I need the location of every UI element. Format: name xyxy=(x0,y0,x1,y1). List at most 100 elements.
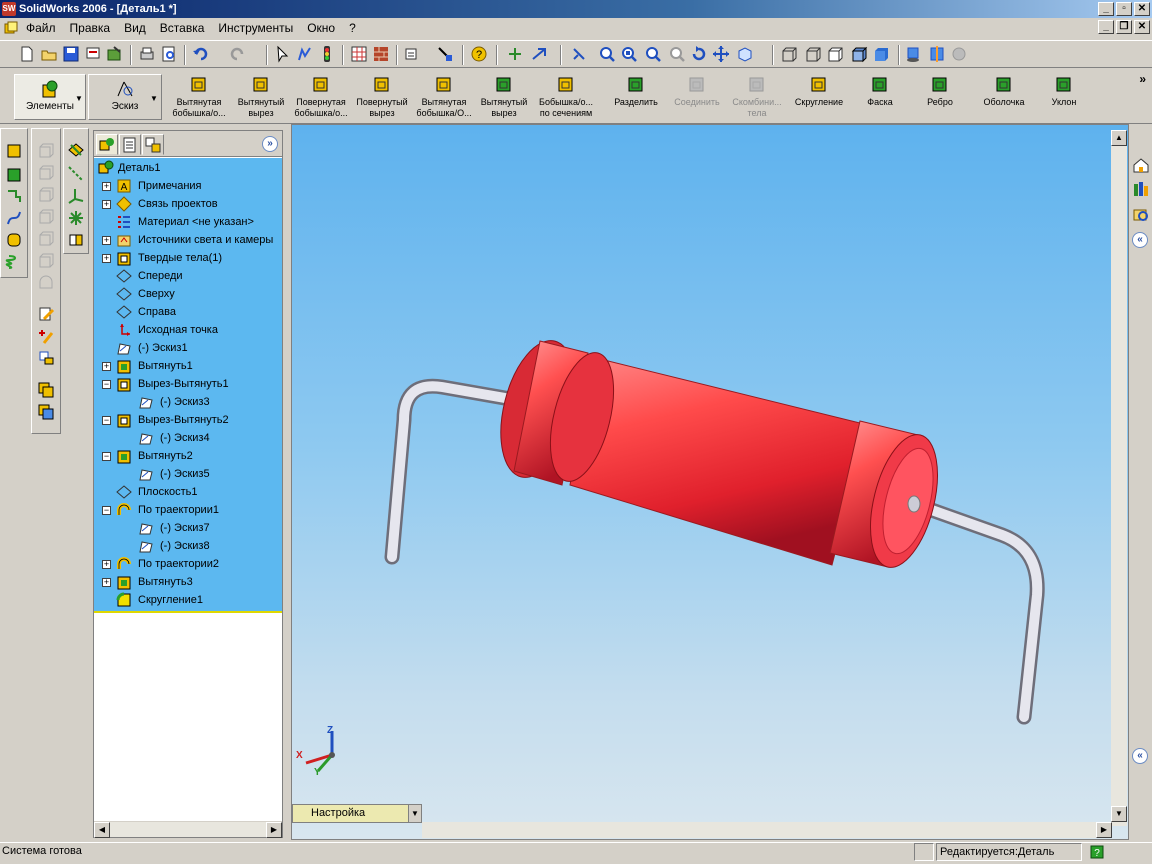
appearance-icon[interactable] xyxy=(372,45,390,63)
cut-extrude-small-icon[interactable] xyxy=(5,165,23,183)
coordinate-system-icon[interactable] xyxy=(67,187,85,205)
tree-item[interactable]: (-) Эскиз4 xyxy=(94,429,282,447)
select-arrow-icon[interactable] xyxy=(274,45,292,63)
preview-icon[interactable] xyxy=(160,45,178,63)
expand-icon[interactable]: + xyxy=(102,254,111,263)
shadows-icon[interactable] xyxy=(904,45,922,63)
maximize-button[interactable]: ▫ xyxy=(1116,2,1132,16)
scroll-up-icon[interactable]: ▲ xyxy=(1111,130,1127,146)
view-orientation-icon[interactable] xyxy=(736,45,754,63)
add-relation-icon[interactable] xyxy=(37,327,55,345)
viewport-vertical-scrollbar[interactable]: ▲ ▼ xyxy=(1111,130,1127,826)
cmd-button-shell[interactable]: Оболочка xyxy=(974,72,1034,122)
minimize-button[interactable]: _ xyxy=(1098,2,1114,16)
help-pointer-icon[interactable] xyxy=(436,45,454,63)
design-library-icon[interactable] xyxy=(1132,180,1150,198)
cmd-button-extruded-cut[interactable]: Вытянутый вырез xyxy=(232,72,290,122)
more-commands-icon[interactable]: » xyxy=(1139,72,1146,86)
move-icon[interactable] xyxy=(530,45,548,63)
open-icon[interactable] xyxy=(40,45,58,63)
extrude-boss-small-icon[interactable] xyxy=(5,141,23,159)
tree-item[interactable]: (-) Эскиз7 xyxy=(94,519,282,537)
menu-item-4[interactable]: Инструменты xyxy=(218,21,293,35)
cmd-button-chamfer[interactable]: Фаска xyxy=(852,72,908,122)
zoom-area-icon[interactable] xyxy=(620,45,638,63)
collapse-icon[interactable]: − xyxy=(102,452,111,461)
hidden-lines-removed-icon[interactable] xyxy=(826,45,844,63)
expand-icon[interactable]: + xyxy=(102,362,111,371)
point-icon[interactable] xyxy=(67,209,85,227)
menu-item-0[interactable]: Файл xyxy=(26,21,56,35)
expand-icon[interactable]: + xyxy=(102,182,111,191)
options-icon[interactable] xyxy=(404,45,422,63)
file-explorer-icon[interactable] xyxy=(1132,206,1150,224)
tree-item[interactable]: (-) Эскиз8 xyxy=(94,537,282,555)
tree-item[interactable]: (-) Эскиз5 xyxy=(94,465,282,483)
cmd-button-rib[interactable]: Ребро xyxy=(912,72,968,122)
viewport-horizontal-scrollbar[interactable]: ▶ xyxy=(422,822,1112,838)
configuration-dropdown[interactable]: Настройка ▼ xyxy=(292,804,422,823)
tree-item[interactable]: (-) Эскиз3 xyxy=(94,393,282,411)
loft-small-icon[interactable] xyxy=(5,231,23,249)
close-button[interactable]: ✕ xyxy=(1134,2,1150,16)
home-icon[interactable] xyxy=(1132,156,1150,174)
tree-item[interactable]: Скругление1 xyxy=(94,591,282,609)
tree-item[interactable]: + Источники света и камеры xyxy=(94,231,282,249)
cmd-button-split[interactable]: Разделить xyxy=(606,72,666,122)
rotate-view-icon[interactable] xyxy=(690,45,708,63)
cmd-button-extruded-boss[interactable]: Вытянутая бобышка/о... xyxy=(168,72,230,122)
collapse-icon[interactable]: − xyxy=(102,416,111,425)
cmd-button-swept-boss[interactable]: Вытянутая бобышка/О... xyxy=(414,72,474,122)
tree-item[interactable]: − Вырез-Вытянуть2 xyxy=(94,411,282,429)
sketch-line-small-icon[interactable] xyxy=(5,187,23,205)
graphics-area[interactable]: Z X Y xyxy=(291,124,1129,840)
pan-icon[interactable] xyxy=(712,45,730,63)
tree-item[interactable]: + Вытянуть3 xyxy=(94,573,282,591)
menu-item-6[interactable]: ? xyxy=(349,21,356,35)
tree-item[interactable]: Справа xyxy=(94,303,282,321)
features-dropdown-arrow-icon[interactable]: ▼ xyxy=(75,94,83,103)
scroll-down-icon[interactable]: ▼ xyxy=(1111,806,1127,822)
tree-item[interactable]: Сверху xyxy=(94,285,282,303)
mate-reference-icon[interactable] xyxy=(67,231,85,249)
scroll-left-icon[interactable]: ◀ xyxy=(94,822,110,838)
zoom-fit-icon[interactable] xyxy=(598,45,616,63)
move-entity-icon[interactable] xyxy=(37,349,55,367)
doc-restore-button[interactable]: ❐ xyxy=(1116,20,1132,34)
cmd-button-revolved-cut[interactable]: Повернутый вырез xyxy=(352,72,412,122)
help-icon[interactable]: ? xyxy=(470,45,488,63)
edit-sketch-icon[interactable] xyxy=(37,305,55,323)
document-part-icon[interactable] xyxy=(4,21,18,35)
print-icon[interactable] xyxy=(138,45,156,63)
axis-icon[interactable] xyxy=(67,165,85,183)
viewport-scroll-right-icon[interactable]: ▶ xyxy=(1096,822,1112,838)
tree-item[interactable]: Плоскость1 xyxy=(94,483,282,501)
tree-item[interactable]: + Вытянуть1 xyxy=(94,357,282,375)
expand-icon[interactable]: + xyxy=(102,200,111,209)
new-icon[interactable] xyxy=(18,45,36,63)
tree-item[interactable]: − Вырез-Вытянуть1 xyxy=(94,375,282,393)
rebuild-icon[interactable] xyxy=(106,45,124,63)
doc-minimize-button[interactable]: _ xyxy=(1098,20,1114,34)
save-icon[interactable] xyxy=(62,45,80,63)
tree-item[interactable]: − Вытянуть2 xyxy=(94,447,282,465)
tab-configuration-manager[interactable] xyxy=(142,134,164,155)
help-status-icon[interactable]: ? xyxy=(1090,845,1104,859)
dropdown-arrow-icon[interactable]: ▼ xyxy=(408,805,421,822)
tab-property-manager[interactable] xyxy=(119,134,141,155)
undo-icon[interactable] xyxy=(192,45,210,63)
curve-small-icon[interactable] xyxy=(5,209,23,227)
instant3d-icon[interactable] xyxy=(506,45,524,63)
menu-item-3[interactable]: Вставка xyxy=(160,21,205,35)
resistor-model[interactable] xyxy=(292,125,1129,840)
shaded-edges-icon[interactable] xyxy=(850,45,868,63)
section-view-icon[interactable] xyxy=(928,45,946,63)
reference-plane-icon[interactable] xyxy=(67,141,85,159)
tree-item[interactable]: + Твердые тела(1) xyxy=(94,249,282,267)
expand-icon[interactable]: + xyxy=(102,236,111,245)
tree-horizontal-scrollbar[interactable]: ◀ ▶ xyxy=(94,821,282,838)
tree-item[interactable]: Материал <не указан> xyxy=(94,213,282,231)
scroll-right-icon[interactable]: ▶ xyxy=(266,822,282,838)
tree-root[interactable]: Деталь1 xyxy=(94,159,282,177)
menu-item-2[interactable]: Вид xyxy=(124,21,146,35)
